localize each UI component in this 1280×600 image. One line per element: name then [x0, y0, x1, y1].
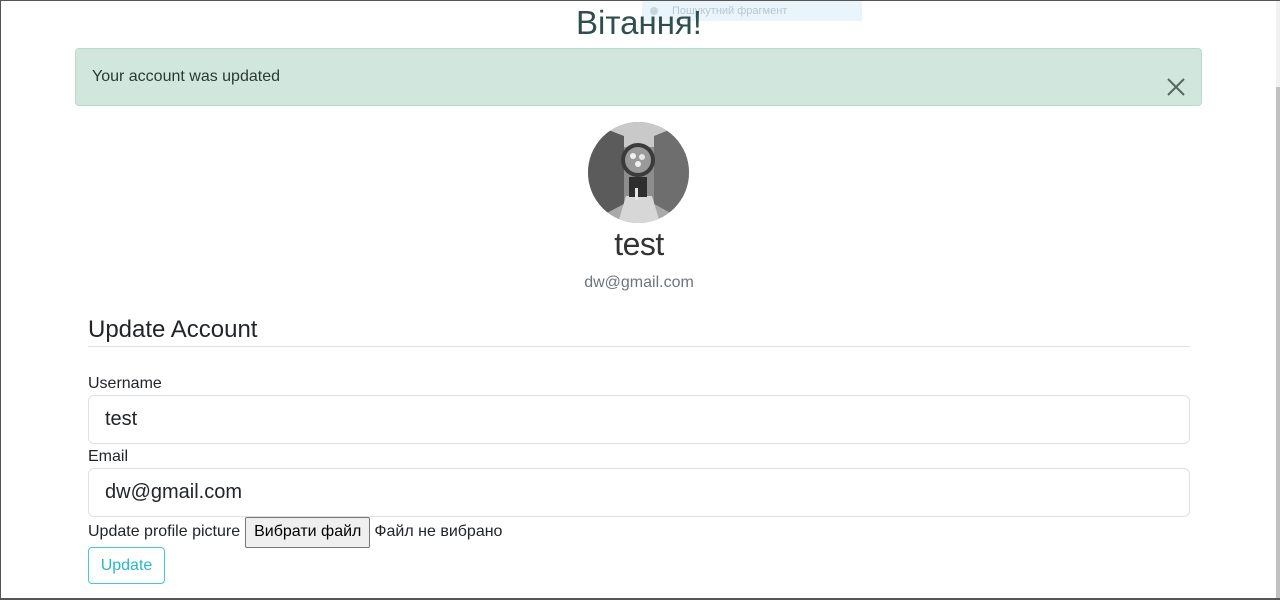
page-title: Вітання!: [576, 4, 702, 41]
email-label: Email: [88, 448, 129, 465]
profile-picture-label: Update profile picture: [88, 523, 241, 540]
choose-file-button[interactable]: Вибрати файл: [245, 516, 371, 548]
username-field[interactable]: [88, 395, 1190, 444]
update-button[interactable]: Update: [88, 547, 165, 584]
section-divider: [88, 346, 1190, 347]
success-alert: Your account was updated: [75, 48, 1202, 106]
page: Пошукутний фрагмент Вітання! Your accoun…: [0, 0, 1280, 600]
avatar: [588, 122, 689, 223]
username-label: Username: [88, 375, 162, 392]
scrollbar-thumb[interactable]: [1276, 87, 1280, 600]
profile-username: test: [614, 226, 664, 262]
close-icon[interactable]: [1165, 66, 1187, 96]
email-field[interactable]: [88, 468, 1190, 517]
profile-email: dw@gmail.com: [584, 274, 694, 291]
scrollbar[interactable]: [1276, 1, 1280, 600]
alert-message: Your account was updated: [92, 68, 280, 85]
profile-picture-row: Update profile picture Вибрати файл Файл…: [88, 516, 502, 548]
file-status: Файл не вибрано: [374, 523, 503, 540]
section-title: Update Account: [88, 316, 258, 343]
